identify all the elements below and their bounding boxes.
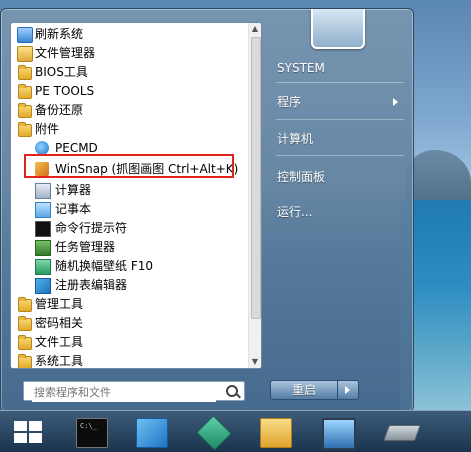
folder-icon — [18, 335, 32, 350]
right-separator — [276, 155, 404, 156]
windows-logo-icon — [14, 421, 44, 445]
folder-icon — [18, 103, 32, 118]
programs-scrollbar[interactable]: ▲ ▼ — [248, 23, 261, 368]
menu-item-bios-tools[interactable]: BIOS工具 — [11, 63, 249, 82]
menu-item-label: WinSnap (抓图画图 Ctrl+Alt+K) — [55, 162, 239, 176]
menu-item-notepad[interactable]: 记事本 — [11, 200, 249, 219]
monitor-icon — [322, 418, 356, 450]
menu-item-registry-editor[interactable]: 注册表编辑器 — [11, 276, 249, 295]
pecmd-icon — [35, 141, 49, 155]
menu-item-file-manager[interactable]: 文件管理器 — [11, 44, 249, 63]
menu-item-label: BIOS工具 — [35, 65, 88, 79]
shutdown-options-button[interactable] — [338, 380, 359, 400]
taskbar-monitor-app[interactable] — [308, 413, 366, 451]
search-icon[interactable] — [226, 385, 238, 397]
notepad-icon — [35, 202, 51, 218]
right-separator — [276, 119, 404, 120]
menu-item-file-tools[interactable]: 文件工具 — [11, 333, 249, 352]
menu-item-label: 计算器 — [55, 183, 92, 197]
right-item-label: 程序 — [277, 95, 302, 109]
menu-item-label: 随机换幅壁纸 F10 — [55, 259, 153, 273]
right-item-label: 运行... — [277, 205, 313, 219]
command-prompt-icon — [35, 221, 51, 237]
start-menu: 刷新系统 文件管理器 BIOS工具 PE TOOLS 备份还原 附件 PECMD… — [0, 8, 414, 412]
menu-item-label: PE TOOLS — [35, 84, 95, 98]
search-input[interactable] — [32, 382, 216, 402]
menu-item-computer[interactable]: 计算机 — [268, 128, 408, 150]
menu-item-task-manager[interactable]: 任务管理器 — [11, 238, 249, 257]
menu-item-run[interactable]: 运行... — [268, 201, 408, 223]
programs-list: 刷新系统 文件管理器 BIOS工具 PE TOOLS 备份还原 附件 PECMD… — [11, 23, 249, 368]
user-picture[interactable] — [311, 9, 365, 49]
scroll-down-icon[interactable]: ▼ — [249, 356, 261, 368]
menu-item-label: 记事本 — [55, 202, 92, 216]
menu-item-winsnap[interactable]: WinSnap (抓图画图 Ctrl+Alt+K) — [11, 160, 249, 179]
scroll-up-icon[interactable]: ▲ — [249, 23, 261, 35]
task-manager-icon — [35, 240, 51, 256]
file-manager-icon — [17, 46, 33, 62]
menu-item-refresh-system[interactable]: 刷新系统 — [11, 25, 249, 44]
menu-item-system-tools[interactable]: 系统工具 — [11, 352, 249, 368]
arrow-right-icon — [345, 386, 350, 394]
taskbar-hardware-app[interactable] — [372, 413, 430, 451]
menu-item-admin-tools[interactable]: 管理工具 — [11, 295, 249, 314]
taskbar-command-prompt[interactable] — [62, 413, 120, 451]
folder-icon — [18, 65, 32, 80]
menu-item-label: 备份还原 — [35, 103, 84, 117]
wallpaper-icon — [35, 259, 51, 275]
taskbar-notebook[interactable] — [122, 413, 180, 451]
menu-item-label: PECMD — [55, 141, 98, 155]
menu-item-system-user[interactable]: SYSTEM — [268, 57, 408, 79]
folder-icon — [18, 84, 32, 99]
start-button[interactable] — [0, 413, 58, 451]
menu-item-control-panel[interactable]: 控制面板 — [268, 166, 408, 188]
restart-button[interactable]: 重启 — [270, 380, 338, 400]
refresh-system-icon — [17, 27, 33, 43]
menu-item-label: 文件工具 — [35, 335, 84, 349]
command-prompt-icon — [76, 418, 108, 448]
menu-item-label: 管理工具 — [35, 297, 84, 311]
calculator-icon — [35, 183, 51, 199]
menu-item-label: 刷新系统 — [35, 27, 84, 41]
right-item-label: 控制面板 — [277, 170, 326, 184]
right-item-label: 计算机 — [277, 132, 314, 146]
right-item-label: SYSTEM — [277, 61, 325, 75]
menu-item-command-prompt[interactable]: 命令行提示符 — [11, 219, 249, 238]
folder-icon — [18, 354, 32, 368]
cubes-icon — [196, 415, 232, 451]
menu-item-accessories[interactable]: 附件 — [11, 120, 249, 139]
memory-chip-icon — [383, 425, 421, 441]
menu-item-random-wallpaper[interactable]: 随机换幅壁纸 F10 — [11, 257, 249, 276]
taskbar-cubes-app[interactable] — [184, 413, 242, 451]
taskbar — [0, 410, 471, 452]
menu-item-label: 命令行提示符 — [55, 221, 128, 235]
notebook-icon — [136, 418, 168, 448]
folder-icon — [18, 122, 32, 137]
folder-icon — [18, 297, 32, 312]
menu-item-password[interactable]: 密码相关 — [11, 314, 249, 333]
menu-item-calculator[interactable]: 计算器 — [11, 181, 249, 200]
folder-icon — [18, 316, 32, 331]
arrow-right-icon — [393, 98, 398, 106]
menu-item-programs[interactable]: 程序 — [268, 91, 408, 113]
search-box[interactable] — [23, 381, 245, 402]
menu-item-label: 文件管理器 — [35, 46, 96, 60]
menu-item-label: 附件 — [35, 122, 60, 136]
menu-item-label: 注册表编辑器 — [55, 278, 128, 292]
menu-item-pe-tools[interactable]: PE TOOLS — [11, 82, 249, 101]
menu-item-backup-restore[interactable]: 备份还原 — [11, 101, 249, 120]
programs-pane: 刷新系统 文件管理器 BIOS工具 PE TOOLS 备份还原 附件 PECMD… — [10, 22, 262, 369]
folder-icon — [260, 418, 292, 448]
menu-item-label: 任务管理器 — [55, 240, 116, 254]
menu-item-label: 密码相关 — [35, 316, 84, 330]
menu-item-label: 系统工具 — [35, 354, 84, 368]
registry-editor-icon — [35, 278, 51, 294]
taskbar-explorer[interactable] — [246, 413, 304, 451]
right-separator — [276, 82, 404, 83]
menu-item-pecmd[interactable]: PECMD — [11, 139, 249, 158]
winsnap-icon — [35, 162, 49, 176]
scroll-thumb[interactable] — [251, 37, 261, 319]
